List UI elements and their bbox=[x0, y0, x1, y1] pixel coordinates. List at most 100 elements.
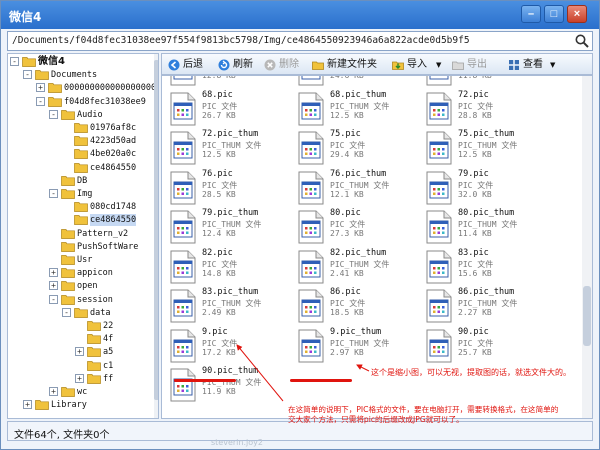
expand-icon[interactable]: + bbox=[75, 373, 84, 383]
file-item[interactable]: 83.pic_thum PIC_THUM 文件 2.49 KB bbox=[166, 287, 294, 327]
folder-icon bbox=[74, 215, 88, 226]
file-item[interactable]: 76.pic_thum PIC_THUM 文件 12.1 KB bbox=[294, 169, 422, 209]
folder-icon bbox=[74, 202, 88, 213]
file-size: 14.8 KB bbox=[202, 268, 236, 278]
close-button[interactable]: × bbox=[567, 5, 587, 23]
file-size: 12.8 KB bbox=[202, 75, 236, 80]
file-name: 86.pic bbox=[330, 287, 361, 297]
file-size: 12.4 KB bbox=[202, 229, 236, 238]
collapse-icon[interactable]: - bbox=[49, 189, 58, 198]
pic-file-icon bbox=[426, 171, 452, 204]
file-name: 82.pic bbox=[202, 247, 233, 258]
folder-tree[interactable]: + Library + wc + ff c1 + a5 4f 22- data - session + ope… bbox=[7, 53, 159, 419]
tree-scroll-thumb[interactable] bbox=[154, 60, 158, 400]
expand-icon[interactable]: + bbox=[75, 347, 84, 357]
content-scroll-thumb[interactable] bbox=[583, 286, 591, 346]
file-item[interactable]: 80.pic PIC 文件 27.3 KB bbox=[294, 208, 422, 248]
file-item[interactable]: 9.pic_thum PIC_THUM 文件 2.97 KB bbox=[294, 327, 422, 367]
view-grid-icon bbox=[509, 60, 519, 70]
import-dropdown-icon[interactable]: ▼ bbox=[436, 57, 441, 73]
collapse-icon[interactable]: - bbox=[49, 294, 58, 304]
folder-icon bbox=[74, 149, 88, 160]
file-item[interactable]: 76.pic PIC 文件 28.5 KB bbox=[166, 169, 294, 209]
collapse-icon[interactable]: - bbox=[49, 109, 58, 119]
collapse-icon[interactable]: - bbox=[23, 70, 32, 80]
tree-scrollbar[interactable] bbox=[154, 54, 158, 418]
tree-node-label: 080cd1748 bbox=[90, 202, 137, 213]
file-size: 32.0 KB bbox=[458, 189, 492, 199]
folder-icon bbox=[35, 70, 49, 81]
folder-icon bbox=[74, 136, 88, 147]
maximize-button[interactable]: □ bbox=[544, 5, 564, 23]
pic-file-icon bbox=[426, 131, 452, 165]
folder-icon bbox=[87, 373, 101, 384]
file-item[interactable]: 80.pic_thum PIC_THUM 文件 11.4 KB bbox=[422, 208, 550, 248]
content-scrollbar[interactable] bbox=[582, 76, 592, 418]
file-item[interactable]: 79.pic_thum PIC_THUM 文件 12.4 KB bbox=[166, 208, 294, 248]
tree-node-label: 4f bbox=[103, 334, 114, 345]
file-name: 9.pic bbox=[202, 326, 228, 337]
address-bar[interactable]: /Documents/f04d8fec31038ee97f554f9813bc5… bbox=[7, 31, 593, 51]
pic-file-icon bbox=[170, 329, 196, 362]
status-text: 文件64个, 文件夹0个 bbox=[14, 430, 110, 441]
search-icon[interactable] bbox=[574, 33, 590, 49]
folder-icon bbox=[61, 241, 75, 252]
folder-icon bbox=[48, 83, 62, 94]
tree-node-label: ff bbox=[103, 373, 114, 384]
tree-node-label: data bbox=[90, 307, 111, 318]
file-item[interactable]: 12.8 KB bbox=[166, 75, 294, 90]
tree-node-label: 微信4 bbox=[38, 56, 65, 67]
tree-node-label: PushSoftWare bbox=[77, 241, 139, 252]
new-folder-icon bbox=[312, 61, 324, 70]
window-title: 微信4 bbox=[9, 10, 42, 24]
file-item[interactable]: 72.pic PIC 文件 28.8 KB bbox=[422, 90, 550, 130]
expand-icon[interactable]: + bbox=[49, 281, 58, 291]
view-label: 查看 bbox=[523, 59, 543, 70]
file-item[interactable]: 75.pic PIC 文件 29.4 KB bbox=[294, 129, 422, 169]
pic-file-icon bbox=[298, 76, 324, 86]
file-item[interactable]: 90.pic PIC 文件 25.7 KB bbox=[422, 327, 550, 367]
file-item[interactable]: 68.pic PIC 文件 26.7 KB bbox=[166, 90, 294, 130]
pic-file-icon bbox=[170, 210, 196, 244]
tree-node-label: ce4864550 bbox=[90, 162, 137, 173]
collapse-icon[interactable]: - bbox=[36, 96, 45, 106]
file-item[interactable]: 75.pic_thum PIC_THUM 文件 12.5 KB bbox=[422, 129, 550, 169]
file-item[interactable]: 68.pic_thum PIC_THUM 文件 12.5 KB bbox=[294, 90, 422, 130]
file-item[interactable]: 72.pic_thum PIC_THUM 文件 12.5 KB bbox=[166, 129, 294, 169]
expand-icon[interactable]: + bbox=[36, 83, 45, 93]
expand-icon[interactable]: + bbox=[49, 387, 58, 396]
folder-icon bbox=[61, 109, 75, 120]
file-item[interactable]: 24.6 KB bbox=[294, 76, 422, 90]
title-bar[interactable]: 微信4 – □ × bbox=[1, 1, 599, 29]
pic-file-icon bbox=[426, 92, 452, 125]
minimize-button[interactable]: – bbox=[521, 5, 541, 23]
file-size: 12.5 KB bbox=[458, 150, 492, 159]
file-item[interactable]: 86.pic_thum PIC_THUM 文件 2.27 KB bbox=[422, 287, 550, 327]
folder-icon bbox=[61, 294, 75, 305]
file-size: 2.97 KB bbox=[330, 347, 364, 357]
file-name: 68.pic bbox=[202, 89, 233, 100]
file-name: 83.pic_thum bbox=[202, 287, 259, 297]
file-item[interactable]: 9.pic PIC 文件 17.2 KB bbox=[166, 327, 294, 367]
collapse-icon[interactable]: - bbox=[62, 307, 71, 317]
pic-file-icon bbox=[170, 92, 196, 125]
file-item[interactable]: 90.pic_thum PIC_THUM 文件 11.9 KB bbox=[166, 366, 294, 406]
file-item[interactable]: 83.pic PIC 文件 15.6 KB bbox=[422, 248, 550, 288]
tree-node-label: 4223d50ad bbox=[90, 136, 137, 147]
expand-icon[interactable]: + bbox=[23, 400, 32, 410]
file-item[interactable]: 86.pic PIC 文件 18.5 KB bbox=[294, 287, 422, 327]
pic-file-icon bbox=[298, 92, 324, 125]
view-dropdown-icon[interactable]: ▼ bbox=[550, 57, 555, 73]
file-item[interactable]: 79.pic PIC 文件 32.0 KB bbox=[422, 169, 550, 209]
file-item[interactable]: 82.pic_thum PIC_THUM 文件 2.41 KB bbox=[294, 248, 422, 288]
file-item[interactable]: 82.pic PIC 文件 14.8 KB bbox=[166, 248, 294, 288]
folder-icon bbox=[61, 175, 75, 186]
tree-node-label: f04d8fec31038ee9 bbox=[64, 96, 146, 107]
file-size: 28.8 KB bbox=[458, 110, 492, 120]
back-label: 后退 bbox=[183, 59, 203, 70]
pic-file-icon bbox=[426, 329, 452, 362]
collapse-icon[interactable]: - bbox=[10, 57, 19, 66]
tree-node-label: 00000000000000000000 bbox=[64, 83, 159, 94]
file-item[interactable]: 11.8 KB bbox=[422, 76, 550, 90]
expand-icon[interactable]: + bbox=[49, 268, 58, 278]
